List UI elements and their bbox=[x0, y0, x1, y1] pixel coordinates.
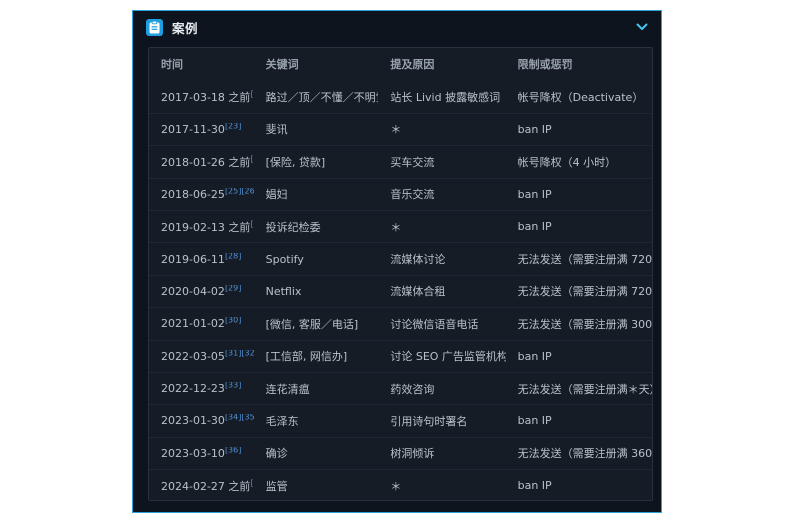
cell-penalty: 帐号降权（Deactivate） bbox=[506, 89, 652, 105]
cell-reason: ＊ bbox=[378, 219, 505, 235]
cell-time-text: 2022-12-23 bbox=[161, 382, 225, 395]
cell-time: 2023-01-30[34][35] bbox=[149, 414, 254, 427]
cell-penalty: ban IP bbox=[506, 220, 652, 233]
cell-keyword: Spotify bbox=[254, 253, 379, 266]
cell-keyword: 娼妇 bbox=[254, 186, 379, 202]
column-header-time: 时间 bbox=[149, 56, 254, 72]
cell-reason: 音乐交流 bbox=[378, 186, 505, 202]
cell-reason: 站长 Livid 披露敏感词 bbox=[378, 89, 505, 105]
cell-reason: 讨论 SEO 广告监管机构 bbox=[378, 348, 505, 364]
cell-time: 2023-03-10[36] bbox=[149, 447, 254, 460]
cell-time: 2024-02-27 之前[37] bbox=[149, 478, 254, 494]
table-row: 2020-04-02[29] Netflix 流媒体合租 无法发送（需要注册满 … bbox=[149, 275, 652, 307]
cell-keyword: [微信, 客服／电话] bbox=[254, 316, 379, 332]
reference-link[interactable]: [33] bbox=[225, 382, 241, 389]
column-header-keyword: 关键词 bbox=[254, 56, 379, 72]
reference-link[interactable]: [36] bbox=[225, 447, 241, 454]
cell-reason: ＊ bbox=[378, 121, 505, 137]
cell-time-text: 2024-02-27 之前 bbox=[161, 480, 250, 493]
cell-penalty: ban IP bbox=[506, 479, 652, 492]
cell-time: 2022-12-23[33] bbox=[149, 382, 254, 395]
cell-time-text: 2019-06-11 bbox=[161, 253, 225, 266]
cell-time-text: 2018-01-26 之前 bbox=[161, 156, 250, 169]
cell-penalty: ban IP bbox=[506, 350, 652, 363]
table-row: 2019-06-11[28] Spotify 流媒体讨论 无法发送（需要注册满 … bbox=[149, 242, 652, 274]
table-row: 2024-02-27 之前[37] 监管 ＊ ban IP bbox=[149, 469, 652, 501]
cell-reason: 药效咨询 bbox=[378, 381, 505, 397]
cell-penalty: 无法发送（需要注册满 720 天） bbox=[506, 251, 652, 267]
table-row: 2023-03-10[36] 确诊 树洞倾诉 无法发送（需要注册满 360 天） bbox=[149, 437, 652, 469]
clipboard-icon bbox=[146, 19, 163, 36]
cell-penalty: ban IP bbox=[506, 123, 652, 136]
table-row: 2022-12-23[33] 连花清瘟 药效咨询 无法发送（需要注册满＊天） bbox=[149, 372, 652, 404]
table-body: 2017-03-18 之前[22] 路过／顶／不懂／不明觉厉 站长 Livid … bbox=[149, 80, 652, 501]
table-header-row: 时间 关键词 提及原因 限制或惩罚 bbox=[149, 48, 652, 80]
table-row: 2017-11-30[23] 斐讯 ＊ ban IP bbox=[149, 113, 652, 145]
chevron-down-icon[interactable] bbox=[636, 23, 648, 31]
cell-time: 2019-06-11[28] bbox=[149, 253, 254, 266]
cell-time: 2018-01-26 之前[24] bbox=[149, 154, 254, 170]
column-header-reason: 提及原因 bbox=[378, 56, 505, 72]
table-row: 2018-01-26 之前[24] [保险, 贷款] 买车交流 帐号降权（4 小… bbox=[149, 145, 652, 177]
cell-time-text: 2023-03-10 bbox=[161, 447, 225, 460]
panel-title: 案例 bbox=[172, 18, 198, 37]
cell-keyword: 斐讯 bbox=[254, 121, 379, 137]
cases-panel: 案例 时间 关键词 提及原因 限制或惩罚 2017-03-18 之前[22] 路… bbox=[132, 10, 662, 513]
cell-time: 2017-11-30[23] bbox=[149, 123, 254, 136]
cell-penalty: 无法发送（需要注册满 720 天） bbox=[506, 283, 652, 299]
cell-time-text: 2018-06-25 bbox=[161, 188, 225, 201]
cell-reason: 买车交流 bbox=[378, 154, 505, 170]
cell-time-text: 2023-01-30 bbox=[161, 414, 225, 427]
table-row: 2017-03-18 之前[22] 路过／顶／不懂／不明觉厉 站长 Livid … bbox=[149, 80, 652, 112]
cell-time: 2018-06-25[25][26] bbox=[149, 188, 254, 201]
reference-link[interactable]: [31][32] bbox=[225, 350, 254, 357]
cell-time-text: 2017-03-18 之前 bbox=[161, 91, 250, 104]
cell-time: 2021-01-02[30] bbox=[149, 317, 254, 330]
cell-time: 2017-03-18 之前[22] bbox=[149, 89, 254, 105]
cell-penalty: 无法发送（需要注册满 360 天） bbox=[506, 445, 652, 461]
cell-penalty: 无法发送（需要注册满＊天） bbox=[506, 381, 652, 397]
cell-keyword: Netflix bbox=[254, 285, 379, 298]
reference-link[interactable]: [23] bbox=[225, 123, 241, 130]
cell-penalty: ban IP bbox=[506, 414, 652, 427]
cell-reason: 流媒体合租 bbox=[378, 283, 505, 299]
cell-keyword: 路过／顶／不懂／不明觉厉 bbox=[254, 89, 379, 105]
reference-link[interactable]: [25][26] bbox=[225, 188, 254, 195]
cell-time: 2020-04-02[29] bbox=[149, 285, 254, 298]
cell-keyword: 连花清瘟 bbox=[254, 381, 379, 397]
cell-reason: 引用诗句时署名 bbox=[378, 413, 505, 429]
table-row: 2019-02-13 之前[27] 投诉纪检委 ＊ ban IP bbox=[149, 210, 652, 242]
cell-penalty: 帐号降权（4 小时） bbox=[506, 154, 652, 170]
cell-keyword: [工信部, 网信办] bbox=[254, 348, 379, 364]
table-row: 2023-01-30[34][35] 毛泽东 引用诗句时署名 ban IP bbox=[149, 404, 652, 436]
cases-table: 时间 关键词 提及原因 限制或惩罚 2017-03-18 之前[22] 路过／顶… bbox=[148, 47, 653, 501]
cell-reason: ＊ bbox=[378, 478, 505, 494]
cell-penalty: ban IP bbox=[506, 188, 652, 201]
table-row: 2018-06-25[25][26] 娼妇 音乐交流 ban IP bbox=[149, 178, 652, 210]
reference-link[interactable]: [30] bbox=[225, 317, 241, 324]
cell-reason: 讨论微信语音电话 bbox=[378, 316, 505, 332]
cell-keyword: 监管 bbox=[254, 478, 379, 494]
cell-keyword: 投诉纪检委 bbox=[254, 219, 379, 235]
cell-penalty: 无法发送（需要注册满 300 天） bbox=[506, 316, 652, 332]
cell-time: 2022-03-05[31][32] bbox=[149, 350, 254, 363]
cell-keyword: [保险, 贷款] bbox=[254, 154, 379, 170]
cell-time-text: 2019-02-13 之前 bbox=[161, 221, 250, 234]
cell-time-text: 2020-04-02 bbox=[161, 285, 225, 298]
reference-link[interactable]: [34][35] bbox=[225, 414, 254, 421]
cell-keyword: 毛泽东 bbox=[254, 413, 379, 429]
cell-time: 2019-02-13 之前[27] bbox=[149, 219, 254, 235]
reference-link[interactable]: [28] bbox=[225, 253, 241, 260]
cell-reason: 树洞倾诉 bbox=[378, 445, 505, 461]
cell-keyword: 确诊 bbox=[254, 445, 379, 461]
table-row: 2021-01-02[30] [微信, 客服／电话] 讨论微信语音电话 无法发送… bbox=[149, 307, 652, 339]
reference-link[interactable]: [29] bbox=[225, 285, 241, 292]
cases-panel-header[interactable]: 案例 bbox=[133, 11, 661, 43]
cell-reason: 流媒体讨论 bbox=[378, 251, 505, 267]
cell-time-text: 2022-03-05 bbox=[161, 350, 225, 363]
cell-time-text: 2021-01-02 bbox=[161, 317, 225, 330]
cell-time-text: 2017-11-30 bbox=[161, 123, 225, 136]
column-header-penalty: 限制或惩罚 bbox=[506, 56, 652, 72]
table-row: 2022-03-05[31][32] [工信部, 网信办] 讨论 SEO 广告监… bbox=[149, 340, 652, 372]
